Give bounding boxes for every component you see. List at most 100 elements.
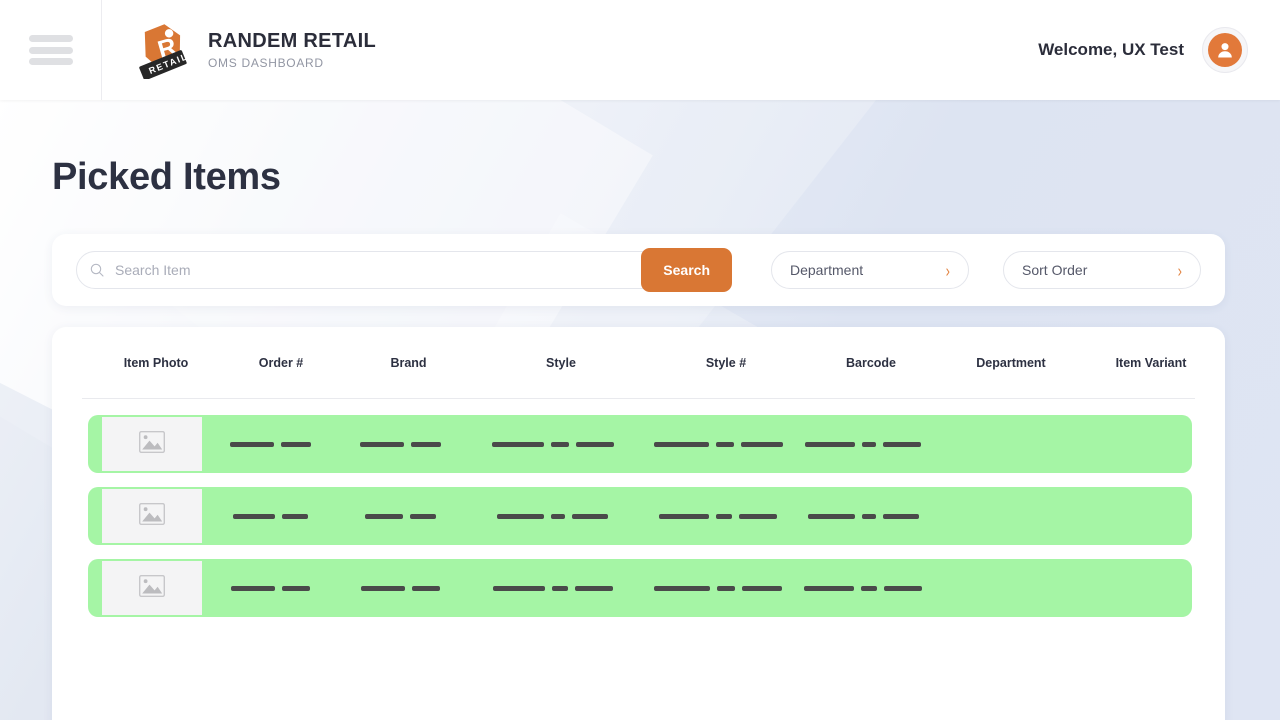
redacted-text-bar	[654, 586, 710, 591]
picked-items-table-card: Item Photo Order # Brand Style Style # B…	[52, 327, 1225, 720]
redacted-text-bar	[862, 442, 876, 447]
page-body: Picked Items Search Department › Sort Or…	[0, 100, 1280, 720]
redacted-text-bar	[551, 514, 565, 519]
cell-style	[462, 487, 643, 545]
page-title: Picked Items	[52, 156, 281, 199]
redacted-text-bar	[659, 514, 709, 519]
chevron-right-icon: ›	[946, 261, 950, 279]
table-row[interactable]	[88, 559, 1192, 617]
sort-order-label: Sort Order	[1022, 262, 1087, 278]
welcome-message: Welcome, UX Test	[1038, 40, 1184, 60]
search-input[interactable]	[76, 251, 731, 289]
table-header-row: Item Photo Order # Brand Style Style # B…	[82, 327, 1195, 399]
cell-order	[202, 487, 338, 545]
avatar[interactable]	[1202, 27, 1248, 73]
chevron-right-icon: ›	[1178, 261, 1182, 279]
redacted-text-bar	[861, 586, 877, 591]
brand-text-block: RANDEM RETAIL OMS DASHBOARD	[208, 30, 376, 70]
cell-barcode	[793, 487, 933, 545]
user-icon	[1208, 33, 1242, 67]
search-button[interactable]: Search	[641, 248, 732, 292]
broken-image-icon	[139, 431, 165, 458]
redacted-text-bar	[282, 586, 310, 591]
broken-image-icon	[139, 575, 165, 602]
redacted-text-bar	[741, 442, 783, 447]
redacted-text-bar	[365, 514, 403, 519]
column-header-department: Department	[941, 356, 1081, 370]
cell-style-num	[643, 415, 793, 473]
redacted-text-bar	[716, 514, 732, 519]
column-header-brand: Brand	[346, 356, 471, 370]
hamburger-bar	[29, 35, 73, 42]
redacted-text-bar	[282, 514, 308, 519]
redacted-text-bar	[360, 442, 404, 447]
redacted-text-bar	[576, 442, 614, 447]
hamburger-bar	[29, 47, 73, 54]
redacted-text-bar	[281, 442, 311, 447]
redacted-text-bar	[411, 442, 441, 447]
redacted-text-bar	[493, 586, 545, 591]
table-row[interactable]	[88, 487, 1192, 545]
redacted-text-bar	[492, 442, 544, 447]
item-photo-cell	[102, 489, 202, 543]
cell-order	[202, 559, 338, 617]
redacted-text-bar	[717, 586, 735, 591]
sort-order-dropdown[interactable]: Sort Order ›	[1003, 251, 1201, 289]
randem-retail-logo-icon: R RETAIL	[138, 21, 192, 79]
cell-style-num	[643, 487, 793, 545]
redacted-text-bar	[739, 514, 777, 519]
redacted-text-bar	[410, 514, 436, 519]
cell-order	[202, 415, 338, 473]
redacted-text-bar	[575, 586, 613, 591]
top-bar-right: Welcome, UX Test	[1038, 27, 1280, 73]
column-header-item-photo: Item Photo	[96, 356, 216, 370]
redacted-text-bar	[808, 514, 855, 519]
cell-style	[462, 415, 643, 473]
column-header-item-variant: Item Variant	[1081, 356, 1221, 370]
redacted-text-bar	[804, 586, 854, 591]
top-navigation-bar: R RETAIL RANDEM RETAIL OMS DASHBOARD Wel…	[0, 0, 1280, 100]
cell-style	[462, 559, 643, 617]
column-header-barcode: Barcode	[801, 356, 941, 370]
hamburger-icon[interactable]	[29, 35, 73, 65]
redacted-text-bar	[862, 514, 876, 519]
redacted-text-bar	[884, 586, 922, 591]
column-header-style-number: Style #	[651, 356, 801, 370]
redacted-text-bar	[742, 586, 782, 591]
redacted-text-bar	[883, 514, 919, 519]
cell-style-num	[643, 559, 793, 617]
broken-image-icon	[139, 503, 165, 530]
redacted-text-bar	[552, 586, 568, 591]
department-filter-label: Department	[790, 262, 863, 278]
hamburger-bar	[29, 58, 73, 65]
redacted-text-bar	[883, 442, 921, 447]
item-photo-cell	[102, 417, 202, 471]
redacted-text-bar	[412, 586, 440, 591]
redacted-text-bar	[654, 442, 709, 447]
redacted-text-bar	[233, 514, 275, 519]
search-field-wrapper: Search	[76, 251, 731, 289]
cell-brand	[338, 415, 462, 473]
column-header-order-number: Order #	[216, 356, 346, 370]
table-row[interactable]	[88, 415, 1192, 473]
redacted-text-bar	[231, 586, 275, 591]
item-photo-cell	[102, 561, 202, 615]
redacted-text-bar	[230, 442, 274, 447]
brand-subtitle: OMS DASHBOARD	[208, 56, 376, 70]
cell-brand	[338, 487, 462, 545]
redacted-text-bar	[805, 442, 855, 447]
search-filter-card: Search Department › Sort Order ›	[52, 234, 1225, 306]
cell-barcode	[793, 415, 933, 473]
table-body	[52, 399, 1225, 617]
department-filter-dropdown[interactable]: Department ›	[771, 251, 969, 289]
menu-toggle-zone[interactable]	[0, 0, 102, 100]
redacted-text-bar	[716, 442, 734, 447]
cell-brand	[338, 559, 462, 617]
brand-block[interactable]: R RETAIL RANDEM RETAIL OMS DASHBOARD	[138, 21, 376, 79]
redacted-text-bar	[551, 442, 569, 447]
redacted-text-bar	[572, 514, 608, 519]
redacted-text-bar	[361, 586, 405, 591]
brand-name: RANDEM RETAIL	[208, 30, 376, 53]
cell-barcode	[793, 559, 933, 617]
redacted-text-bar	[497, 514, 544, 519]
